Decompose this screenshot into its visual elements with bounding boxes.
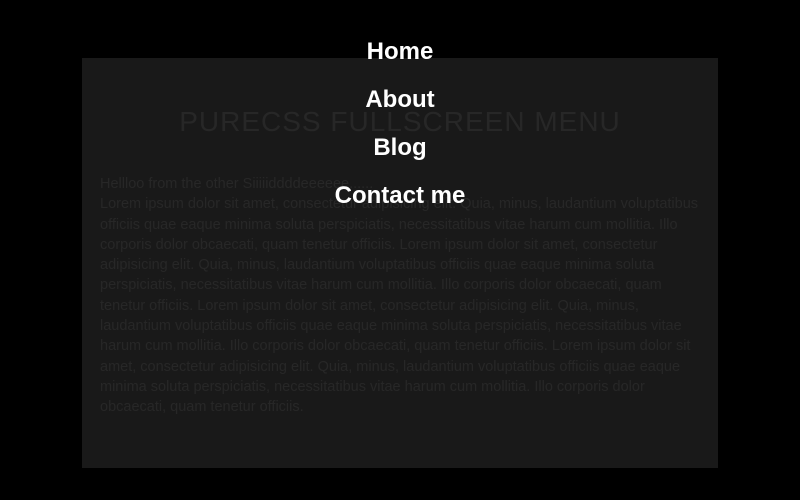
fullscreen-menu-overlay: Home About Blog Contact me [0,0,800,500]
menu-item-contact[interactable]: Contact me [335,172,466,220]
menu-item-about[interactable]: About [365,76,434,124]
menu-item-home[interactable]: Home [367,28,434,76]
menu-item-blog[interactable]: Blog [373,124,426,172]
